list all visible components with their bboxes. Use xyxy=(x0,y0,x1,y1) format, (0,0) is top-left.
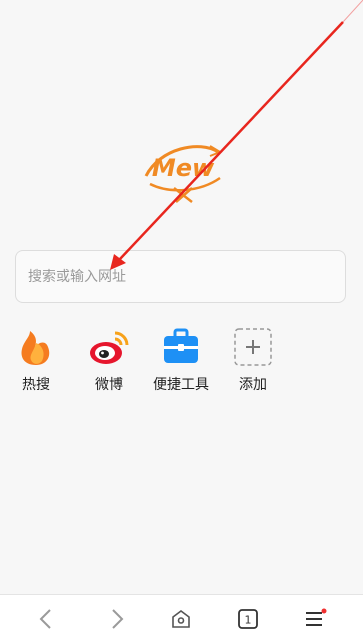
shortcut-label: 便捷工具 xyxy=(153,377,209,393)
logo-text: Mew xyxy=(152,154,215,182)
home-button[interactable] xyxy=(151,595,211,643)
notification-dot xyxy=(321,608,327,614)
shortcut-add[interactable]: 添加 xyxy=(217,327,289,394)
toolbox-icon xyxy=(164,328,198,363)
shortcut-tools[interactable]: 便捷工具 xyxy=(145,327,217,394)
add-icon xyxy=(234,328,272,366)
shortcut-label: 添加 xyxy=(239,377,267,393)
tabs-icon: 1 xyxy=(238,609,258,629)
back-icon xyxy=(39,609,51,629)
forward-icon xyxy=(112,609,124,629)
tabs-button[interactable]: 1 xyxy=(218,595,278,643)
shortcut-hot-search[interactable]: 热搜 xyxy=(0,327,72,394)
menu-icon xyxy=(306,608,327,626)
weibo-icon xyxy=(90,331,129,364)
app-logo: Mew xyxy=(144,145,223,203)
menu-button[interactable] xyxy=(285,595,345,643)
bottom-toolbar: 1 xyxy=(0,594,363,643)
forward-button[interactable] xyxy=(87,595,147,643)
shortcut-label: 微博 xyxy=(95,377,123,393)
shortcut-weibo[interactable]: 微博 xyxy=(73,327,145,394)
home-icon xyxy=(172,610,190,628)
tab-count: 1 xyxy=(245,614,252,627)
back-button[interactable] xyxy=(16,595,76,643)
search-input[interactable] xyxy=(26,267,345,286)
shortcut-grid: 热搜 微博 便捷工具 添加 xyxy=(0,327,363,407)
shortcut-label: 热搜 xyxy=(22,377,50,393)
annotation-arrow xyxy=(110,0,363,270)
search-box[interactable] xyxy=(15,250,346,303)
flame-icon xyxy=(21,331,50,365)
